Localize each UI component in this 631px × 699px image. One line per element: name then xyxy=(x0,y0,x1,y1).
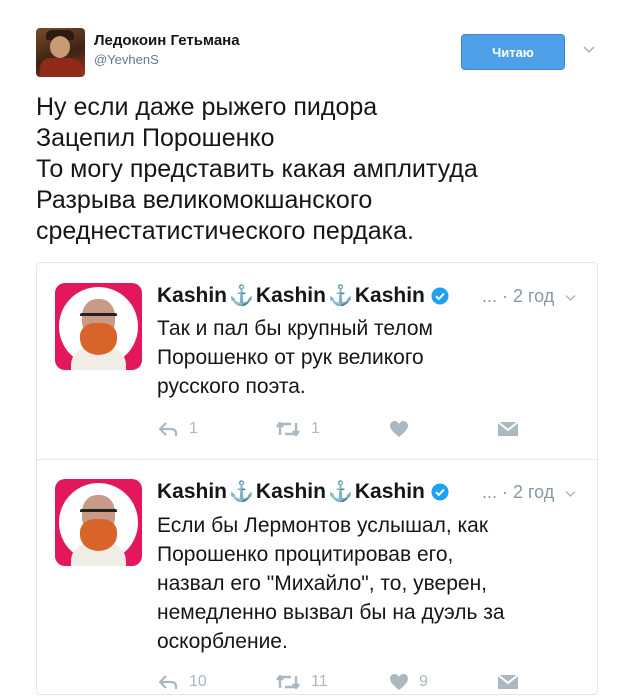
quote-meta[interactable]: ... · 2 год xyxy=(482,482,554,503)
quote-meta[interactable]: ... · 2 год xyxy=(482,286,554,307)
name-part: Kashin xyxy=(354,479,425,503)
anchor-icon: ⚓ xyxy=(229,285,254,307)
reply-icon xyxy=(158,675,178,689)
chevron-down-icon[interactable] xyxy=(564,487,577,500)
quote-line: назвал его "Михайло", то, уверен, xyxy=(157,572,488,595)
like-button[interactable] xyxy=(389,418,419,440)
quote-line: Если бы Лермонтов услышал, как xyxy=(157,514,489,537)
quote-avatar[interactable] xyxy=(55,283,142,370)
quoted-tweet[interactable]: Kashin ⚓ Kashin ⚓ Kashin ... · 2 год Есл… xyxy=(37,459,597,696)
verified-icon xyxy=(431,287,449,304)
tweet-line: Ну если даже рыжего пидора xyxy=(36,93,378,121)
quote-line: Порошенко процитировав его, xyxy=(157,543,454,566)
follow-button[interactable]: Читаю xyxy=(461,34,565,70)
tweet-header: Ледокоин Гетьмана @YevhenS Читаю xyxy=(36,28,606,78)
retweet-icon xyxy=(276,421,300,437)
tweet-text: Ну если даже рыжего пидора Зацепил Порош… xyxy=(36,92,478,247)
retweet-count: 11 xyxy=(311,673,328,690)
name-part: Kashin xyxy=(157,479,228,503)
author-avatar[interactable] xyxy=(36,28,85,77)
quote-author-name[interactable]: Kashin ⚓ Kashin ⚓ Kashin xyxy=(157,479,449,504)
retweet-button[interactable]: 1 xyxy=(275,418,320,440)
reply-icon xyxy=(158,422,178,436)
author-name[interactable]: Ледокоин Гетьмана xyxy=(94,32,240,49)
name-part: Kashin xyxy=(255,283,326,307)
name-part: Kashin xyxy=(157,283,228,307)
verified-icon xyxy=(431,483,449,500)
anchor-icon: ⚓ xyxy=(327,481,353,503)
quote-line: Так и пал бы крупный телом xyxy=(157,317,433,340)
author-handle[interactable]: @YevhenS xyxy=(94,52,159,67)
retweet-count: 1 xyxy=(311,420,320,437)
message-icon xyxy=(497,674,519,689)
message-icon xyxy=(497,421,519,436)
reply-button[interactable]: 1 xyxy=(157,418,198,440)
retweet-icon xyxy=(276,674,300,690)
like-icon xyxy=(390,674,408,690)
like-count: 9 xyxy=(419,673,428,690)
reply-count: 1 xyxy=(189,420,198,437)
anchor-icon: ⚓ xyxy=(229,481,254,503)
quote-actions: 1 1 xyxy=(157,418,557,442)
quote-author-name[interactable]: Kashin ⚓ Kashin ⚓ Kashin xyxy=(157,283,449,308)
quote-line: оскорбление. xyxy=(157,630,288,653)
quote-avatar[interactable] xyxy=(55,479,142,566)
quote-text: Так и пал бы крупный телом Порошенко от … xyxy=(157,314,433,401)
tweet-line: среднестатистического пердака. xyxy=(36,217,414,245)
quote-line: Порошенко от рук великого xyxy=(157,346,424,369)
message-button[interactable] xyxy=(497,418,519,440)
like-button[interactable]: 9 xyxy=(389,671,428,693)
name-part: Kashin xyxy=(354,283,425,307)
chevron-down-icon[interactable] xyxy=(582,42,596,56)
like-icon xyxy=(390,421,408,437)
quote-line: русского поэта. xyxy=(157,375,306,398)
retweet-button[interactable]: 11 xyxy=(275,671,328,693)
quote-actions: 10 11 9 xyxy=(157,671,557,695)
reply-count: 10 xyxy=(189,673,207,690)
chevron-down-icon[interactable] xyxy=(564,291,577,304)
anchor-icon: ⚓ xyxy=(327,285,353,307)
tweet-line: То могу представить какая амплитуда xyxy=(36,155,478,183)
tweet-line: Разрыва великомокшанского xyxy=(36,186,373,214)
quoted-tweet[interactable]: Kashin ⚓ Kashin ⚓ Kashin ... · 2 год Так… xyxy=(37,263,597,458)
tweet-line: Зацепил Порошенко xyxy=(36,124,275,152)
quote-text: Если бы Лермонтов услышал, как Порошенко… xyxy=(157,511,505,656)
message-button[interactable] xyxy=(497,671,519,693)
quoted-tweets: Kashin ⚓ Kashin ⚓ Kashin ... · 2 год Так… xyxy=(36,262,598,695)
quote-line: немедленно вызвал бы на дуэль за xyxy=(157,601,505,624)
reply-button[interactable]: 10 xyxy=(157,671,207,693)
name-part: Kashin xyxy=(255,479,326,503)
